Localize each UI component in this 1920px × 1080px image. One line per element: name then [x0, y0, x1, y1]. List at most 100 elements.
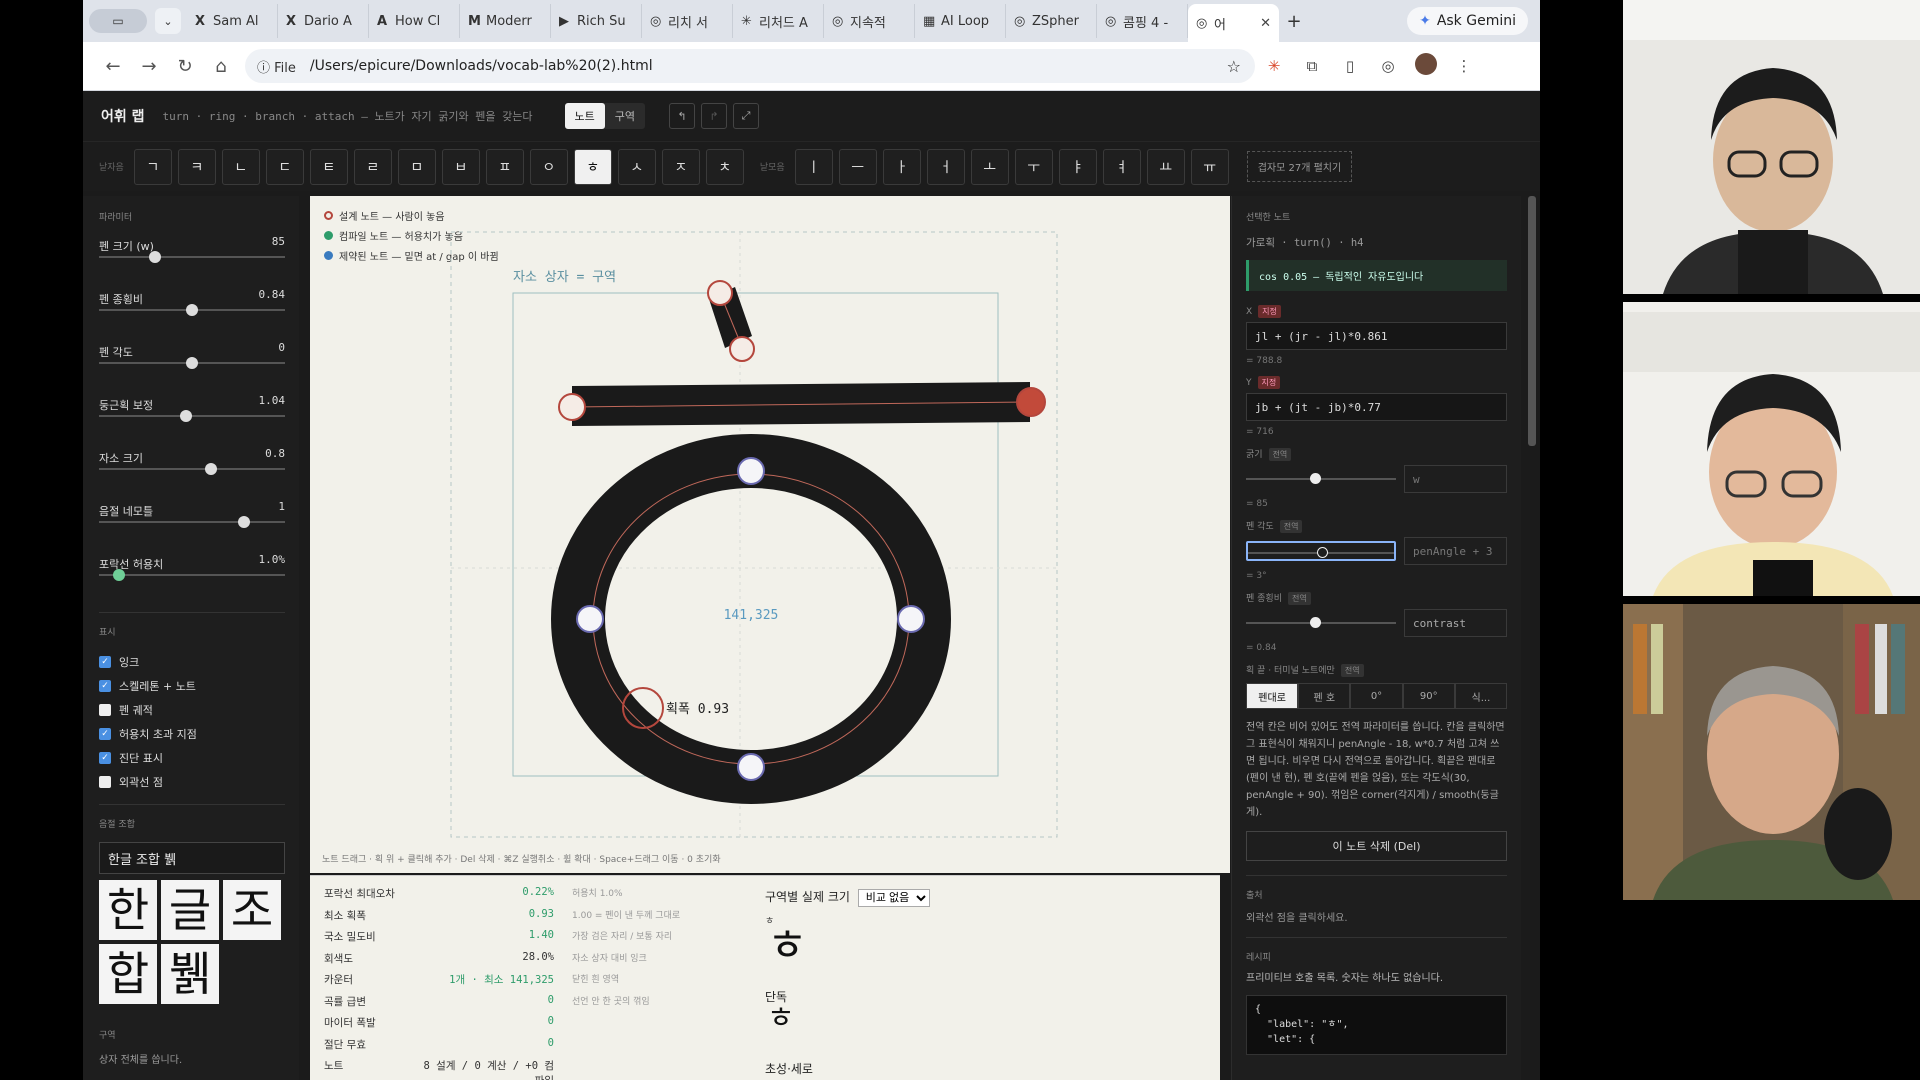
syllable-tile[interactable]: 조 — [223, 880, 281, 940]
compare-select[interactable]: 비교 없음 — [857, 889, 930, 907]
back-icon[interactable]: ← — [95, 56, 131, 77]
node-design[interactable] — [707, 280, 733, 306]
vowel-button[interactable]: ㅏ — [882, 148, 921, 185]
consonant-button[interactable]: ㅍ — [485, 148, 524, 185]
vowel-button[interactable]: ㅓ — [926, 148, 965, 185]
consonant-button[interactable]: ㅎ — [573, 148, 612, 185]
horizontal-stroke[interactable] — [558, 382, 1046, 426]
vowel-button[interactable]: ㅛ — [1146, 148, 1185, 185]
menu-kebab-icon[interactable]: ⋮ — [1445, 57, 1483, 75]
expand-jamo-button[interactable]: 겹자모 27개 펼치기 — [1246, 151, 1353, 182]
display-toggle[interactable]: ✓ 스켈레톤 + 노트 — [99, 674, 285, 698]
consonant-button[interactable]: ㅌ — [309, 148, 348, 185]
delete-note-button[interactable]: 이 노트 삭제 (Del) — [1246, 831, 1507, 861]
tab-groups-button[interactable]: ▭ — [89, 9, 147, 33]
tab-active[interactable]: ◎ 어 ✕ — [1188, 4, 1279, 42]
vowel-button[interactable]: ㅠ — [1190, 148, 1229, 185]
home-icon[interactable]: ⌂ — [203, 56, 239, 77]
angle-expression-input[interactable]: penAngle + 3 — [1404, 537, 1507, 565]
param-slider[interactable]: 둥근획 보정 1.04 — [99, 394, 285, 447]
param-slider[interactable]: 포락선 허용치 1.0% — [99, 553, 285, 606]
undo-icon[interactable]: ↰ — [669, 103, 695, 129]
checkbox[interactable] — [99, 776, 111, 788]
display-toggle[interactable]: 펜 궤적 — [99, 698, 285, 722]
consonant-button[interactable]: ㄱ — [133, 148, 172, 185]
node-constrained[interactable] — [737, 457, 765, 485]
checkbox[interactable]: ✓ — [99, 656, 111, 668]
reading-mode-icon[interactable]: ▯ — [1331, 57, 1369, 75]
checkbox[interactable]: ✓ — [99, 680, 111, 692]
syllable-tile[interactable]: 한 — [99, 880, 157, 940]
consonant-button[interactable]: ㅇ — [529, 148, 568, 185]
vowel-button[interactable]: ㅜ — [1014, 148, 1053, 185]
consonant-button[interactable]: ㄴ — [221, 148, 260, 185]
consonant-button[interactable]: ㄷ — [265, 148, 304, 185]
url-field[interactable]: ⓘ File /Users/epicure/Downloads/vocab-la… — [245, 49, 1255, 83]
slider-knob[interactable] — [148, 251, 161, 263]
site-info-icon[interactable]: ⓘ File — [257, 57, 296, 76]
mode-note-tab[interactable]: 노트 — [564, 103, 605, 129]
y-expression-input[interactable]: jb + (jt - jb)*0.77 — [1246, 393, 1507, 421]
tab[interactable]: M Moderr — [460, 4, 551, 38]
display-toggle[interactable]: ✓ 진단 표시 — [99, 746, 285, 770]
display-toggle[interactable]: ✓ 허용치 초과 지점 — [99, 722, 285, 746]
tab-search-icon[interactable]: ⌄ — [155, 8, 181, 34]
slider-knob[interactable] — [186, 304, 198, 316]
node-constrained[interactable] — [737, 753, 765, 781]
extensions-puzzle-icon[interactable]: ⧉ — [1293, 57, 1331, 75]
close-tab-icon[interactable]: ✕ — [1260, 16, 1271, 31]
ask-gemini-button[interactable]: ✦ Ask Gemini — [1407, 7, 1528, 35]
tab[interactable]: ◎ 리치 서 — [642, 4, 733, 38]
ring-stroke[interactable]: 141,325 획폭 0.93 — [551, 434, 951, 804]
glyph-drawing[interactable]: 자소 상자 = 구역 141,325 획폭 0.93 — [310, 196, 1230, 873]
consonant-button[interactable]: ㅅ — [617, 148, 656, 185]
param-slider[interactable]: 자소 크기 0.8 — [99, 447, 285, 500]
tab[interactable]: ✳ 리처드 A — [733, 4, 824, 38]
node-selected[interactable] — [1016, 387, 1046, 417]
forward-icon[interactable]: → — [131, 56, 167, 77]
tab[interactable]: X Sam Al — [187, 4, 278, 38]
vowel-button[interactable]: ㅣ — [794, 148, 833, 185]
tab[interactable]: ◎ 콤핑 4 - — [1097, 4, 1188, 38]
page-scrollbar[interactable] — [1528, 196, 1536, 446]
bookmark-star-icon[interactable]: ☆ — [1227, 57, 1241, 76]
slider-knob[interactable] — [113, 569, 126, 581]
syllable-tile[interactable]: 글 — [161, 880, 219, 940]
consonant-button[interactable]: ㅂ — [441, 148, 480, 185]
consonant-button[interactable]: ㅊ — [705, 148, 744, 185]
ratio-expression-input[interactable]: contrast — [1404, 609, 1507, 637]
ratio-slider[interactable] — [1246, 613, 1396, 633]
vowel-button[interactable]: ㅕ — [1102, 148, 1141, 185]
tab[interactable]: ▶ Rich Su — [551, 4, 642, 38]
slider-knob[interactable] — [238, 516, 251, 528]
profile-avatar[interactable] — [1407, 53, 1445, 79]
param-slider[interactable]: 펜 각도 0 — [99, 341, 285, 394]
consonant-button[interactable]: ㄹ — [353, 148, 392, 185]
cap-option-button[interactable]: 펜 호 — [1298, 683, 1351, 709]
cap-option-button[interactable]: 90° — [1402, 683, 1455, 709]
cap-option-button[interactable]: 펜대로 — [1246, 683, 1299, 709]
slider-knob[interactable] — [186, 357, 198, 369]
syllable-input[interactable]: 한글 조합 뷁 — [99, 842, 285, 874]
checkbox[interactable]: ✓ — [99, 752, 111, 764]
syllable-tile[interactable]: 뷁 — [161, 944, 219, 1004]
tab[interactable]: ◎ ZSpher — [1006, 4, 1097, 38]
display-toggle[interactable]: ✓ 잉크 — [99, 650, 285, 674]
redo-icon[interactable]: ↱ — [701, 103, 727, 129]
thickness-expression-input[interactable]: w — [1404, 465, 1507, 493]
new-tab-button[interactable]: + — [1279, 11, 1309, 32]
display-toggle[interactable]: 외곽선 점 — [99, 770, 285, 794]
thickness-slider[interactable] — [1246, 469, 1396, 489]
param-slider[interactable]: 펜 크기 (w) 85 — [99, 235, 285, 288]
tab[interactable]: ◎ 지속적 — [824, 4, 915, 38]
tab[interactable]: X Dario A — [278, 4, 369, 38]
checkbox[interactable]: ✓ — [99, 728, 111, 740]
cap-option-button[interactable]: 0° — [1350, 683, 1403, 709]
x-expression-input[interactable]: jl + (jr - jl)*0.861 — [1246, 322, 1507, 350]
param-slider[interactable]: 펜 종횡비 0.84 — [99, 288, 285, 341]
slider-knob[interactable] — [204, 463, 217, 475]
glyph-canvas[interactable]: 설계 노트 — 사람이 놓음 컴파일 노트 — 허용치가 놓음 제약된 노트 —… — [310, 196, 1230, 873]
syllable-tile[interactable]: 합 — [99, 944, 157, 1004]
consonant-button[interactable]: ㅋ — [177, 148, 216, 185]
angle-slider[interactable] — [1246, 541, 1396, 561]
